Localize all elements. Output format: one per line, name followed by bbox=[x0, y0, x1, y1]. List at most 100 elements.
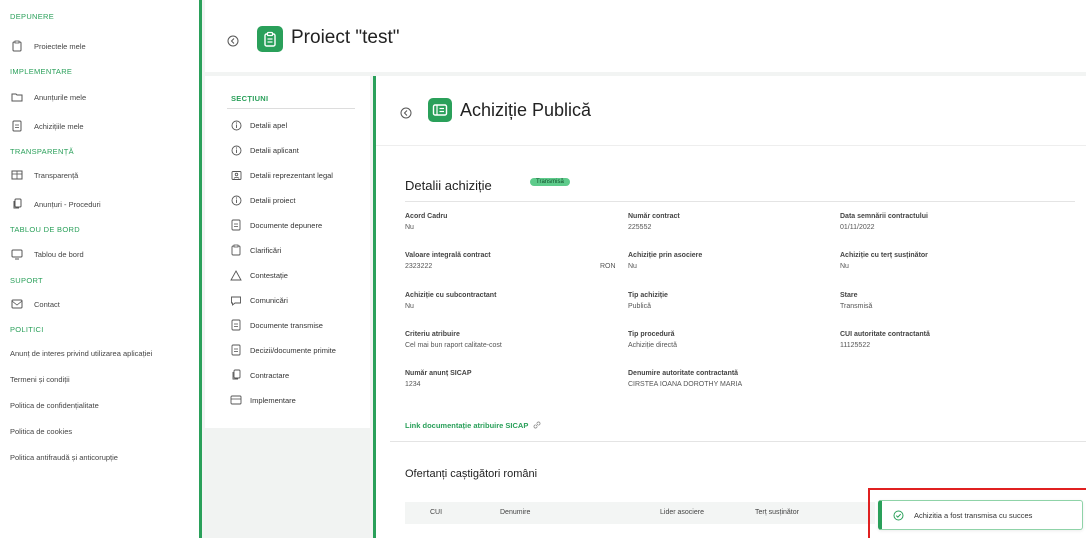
document-icon bbox=[230, 344, 242, 356]
sidebar-item-anunturile-mele[interactable]: Anunțurile mele bbox=[10, 89, 86, 105]
section-item-documente-transmise[interactable]: Documente transmise bbox=[230, 318, 323, 332]
document-icon bbox=[230, 319, 242, 331]
section-item-label: Documente depunere bbox=[250, 220, 323, 230]
info-icon bbox=[230, 194, 242, 206]
section-item-label: Detalii apel bbox=[250, 120, 288, 130]
section-item-label: Contractare bbox=[250, 370, 290, 380]
field-data-semnarii: Data semnării contractului 01/11/2022 bbox=[840, 213, 928, 231]
field-label: Stare bbox=[840, 292, 858, 299]
field-value: Cel mai bun raport calitate-cost bbox=[405, 342, 502, 349]
field-label: Denumire autoritate contractantă bbox=[628, 370, 739, 377]
section-item-detalii-apel[interactable]: Detalii apel bbox=[230, 118, 287, 132]
document-icon bbox=[230, 219, 242, 231]
sidebar-section-suport: SUPORT bbox=[10, 276, 43, 285]
success-toast[interactable]: Achizitia a fost transmisa cu succes bbox=[878, 500, 1083, 530]
field-label: Acord Cadru bbox=[405, 213, 448, 220]
field-numar-contract: Număr contract 225552 bbox=[628, 213, 680, 231]
field-label: Valoare integrală contract bbox=[405, 252, 491, 259]
divider bbox=[227, 108, 355, 109]
warning-icon bbox=[230, 269, 242, 281]
sidebar-item-tablou-de-bord[interactable]: Tablou de bord bbox=[10, 246, 84, 262]
section-item-documente-depunere[interactable]: Documente depunere bbox=[230, 218, 322, 232]
field-label: CUI autoritate contractantă bbox=[840, 331, 930, 338]
section-item-detalii-aplicant[interactable]: Detalii aplicant bbox=[230, 143, 299, 157]
clipboard-icon bbox=[230, 244, 242, 256]
sidebar-item-label: Contact bbox=[34, 299, 60, 309]
field-value: 225552 bbox=[628, 224, 652, 231]
currency-label: RON bbox=[600, 263, 616, 270]
section-item-contestatie[interactable]: Contestație bbox=[230, 268, 288, 282]
section-item-label: Documente transmise bbox=[250, 320, 323, 330]
sidebar-section-tablou: TABLOU DE BORD bbox=[10, 225, 80, 234]
toast-message: Achizitia a fost transmisa cu succes bbox=[914, 510, 1033, 520]
field-label: Data semnării contractului bbox=[840, 213, 928, 220]
sections-panel: SECȚIUNI Detalii apel Detalii aplicant D… bbox=[205, 76, 370, 538]
field-valoare-contract: Valoare integrală contract 2323222 bbox=[405, 252, 491, 270]
sidebar-link-cookies[interactable]: Politica de cookies bbox=[10, 423, 72, 439]
field-value: 11125522 bbox=[840, 342, 871, 349]
sidebar-item-achizitiile-mele[interactable]: Achizițiile mele bbox=[10, 118, 84, 134]
section-item-comunicari[interactable]: Comunicări bbox=[230, 293, 288, 307]
project-header: Proiect "test" bbox=[205, 0, 1086, 72]
section-item-implementare[interactable]: Implementare bbox=[230, 393, 296, 407]
link-icon bbox=[532, 420, 542, 430]
field-tip-procedura: Tip procedură Achiziție directă bbox=[628, 331, 677, 349]
field-label: Număr contract bbox=[628, 213, 680, 220]
sidebar-item-contact[interactable]: Contact bbox=[10, 296, 60, 312]
divider bbox=[405, 201, 1075, 202]
receipt-icon bbox=[428, 98, 452, 122]
sidebar-item-proiectele-mele[interactable]: Proiectele mele bbox=[10, 38, 86, 54]
section-item-label: Detalii aplicant bbox=[250, 145, 299, 155]
sidebar-link-anunt-interes[interactable]: Anunț de interes privind utilizarea apli… bbox=[10, 345, 152, 361]
sections-heading: SECȚIUNI bbox=[231, 94, 269, 103]
details-card: Detalii achiziție Transmisă Acord Cadru … bbox=[390, 156, 1086, 536]
status-badge: Transmisă bbox=[530, 178, 570, 186]
field-label: Număr anunț SICAP bbox=[405, 370, 472, 377]
section-item-clarificari[interactable]: Clarificări bbox=[230, 243, 281, 257]
field-value: Nu bbox=[405, 224, 414, 231]
sidebar-link-termeni[interactable]: Termeni și condiții bbox=[10, 371, 70, 387]
field-label: Criteriu atribuire bbox=[405, 331, 460, 338]
table-header: CUI Denumire Lider asociere Terț susțină… bbox=[405, 502, 875, 524]
info-icon bbox=[230, 119, 242, 131]
field-label: Tip achiziție bbox=[628, 292, 668, 299]
field-stare: Stare Transmisă bbox=[840, 292, 872, 310]
clipboard-icon bbox=[10, 40, 24, 52]
section-header: Achiziție Publică bbox=[376, 76, 1086, 146]
copy-icon bbox=[230, 369, 242, 381]
column-header-denumire: Denumire bbox=[500, 509, 531, 516]
sidebar-link-antifrauda[interactable]: Politica antifraudă și anticorupție bbox=[10, 449, 118, 465]
sidebar-item-label: Anunțurile mele bbox=[34, 92, 87, 102]
field-value: 2323222 bbox=[405, 263, 433, 270]
info-icon bbox=[230, 144, 242, 156]
column-header-tert-sustinator: Terț susținător bbox=[755, 509, 799, 516]
field-prin-asociere: Achiziție prin asociere Nu bbox=[628, 252, 702, 270]
back-arrow-icon[interactable] bbox=[227, 34, 239, 47]
field-value: CIRSTEA IOANA DOROTHY MARIA bbox=[628, 381, 743, 388]
section-item-label: Clarificări bbox=[250, 245, 282, 255]
sidebar-item-label: Proiectele mele bbox=[34, 41, 86, 51]
check-circle-icon bbox=[892, 509, 904, 521]
section-item-detalii-proiect[interactable]: Detalii proiect bbox=[230, 193, 295, 207]
ofertanti-title: Ofertanți caștigători români bbox=[405, 468, 538, 480]
section-item-reprezentant-legal[interactable]: Detalii reprezentant legal bbox=[230, 168, 333, 182]
field-value: Achiziție directă bbox=[628, 342, 678, 349]
sidebar-item-anunturi-proceduri[interactable]: Anunțuri - Proceduri bbox=[10, 196, 101, 212]
sidebar-item-transparenta[interactable]: Transparență bbox=[10, 167, 78, 183]
sidebar-item-label: Transparență bbox=[34, 170, 79, 180]
sidebar: DEPUNERE Proiectele mele IMPLEMENTARE An… bbox=[0, 0, 202, 538]
section-item-contractare[interactable]: Contractare bbox=[230, 368, 289, 382]
sicap-link[interactable]: Link documentație atribuire SICAP bbox=[405, 420, 542, 430]
field-tip-achizitie: Tip achiziție Publică bbox=[628, 292, 668, 310]
section-item-label: Decizii/documente primite bbox=[250, 345, 336, 355]
field-denumire-autoritate: Denumire autoritate contractantă CIRSTEA… bbox=[628, 370, 742, 388]
field-value: Nu bbox=[405, 303, 414, 310]
sidebar-item-label: Achizițiile mele bbox=[34, 121, 84, 131]
section-item-decizii-documente-primite[interactable]: Decizii/documente primite bbox=[230, 343, 336, 357]
sidebar-link-confidentialitate[interactable]: Politica de confidențialitate bbox=[10, 397, 99, 413]
field-value: Transmisă bbox=[840, 303, 873, 310]
back-arrow-icon[interactable] bbox=[400, 106, 412, 119]
sidebar-item-label: Tablou de bord bbox=[34, 249, 84, 259]
field-acord-cadru: Acord Cadru Nu bbox=[405, 213, 447, 231]
id-card-icon bbox=[230, 169, 242, 181]
